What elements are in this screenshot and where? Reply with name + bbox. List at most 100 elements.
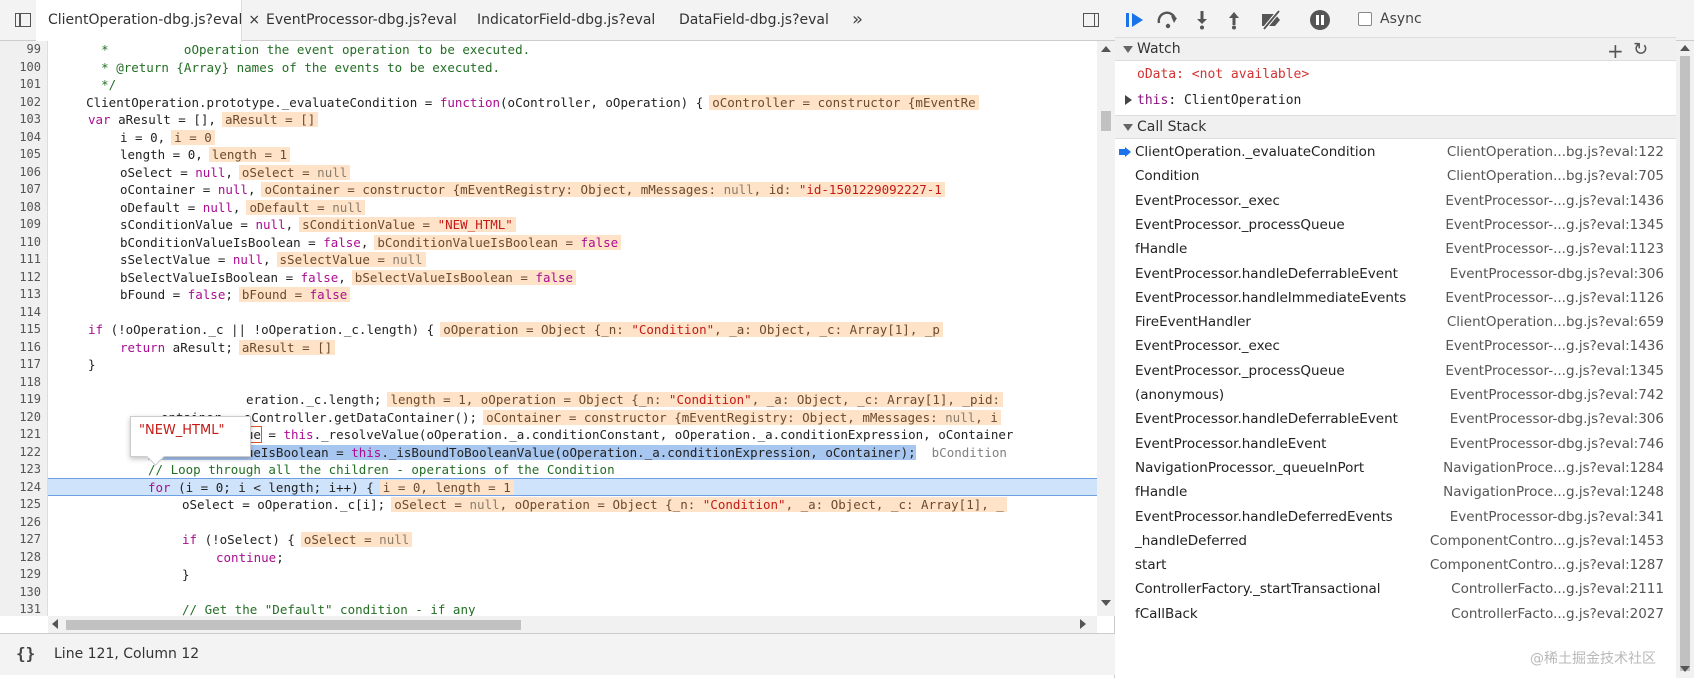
scroll-up-icon[interactable] <box>1101 46 1111 52</box>
watch-section-header[interactable]: Watch + ↻ <box>1115 37 1676 63</box>
call-frame-location[interactable]: EventProcessor-...g.js?eval:1345 <box>1445 359 1664 383</box>
add-watch-icon[interactable]: + <box>1607 39 1624 63</box>
scroll-down-icon[interactable] <box>1101 600 1111 606</box>
line-number[interactable]: 111 <box>19 251 41 269</box>
line-number[interactable]: 124 <box>19 479 41 497</box>
call-frame[interactable]: EventProcessor.handleImmediateEvents Even… <box>1115 286 1676 310</box>
line-number[interactable]: 126 <box>19 514 41 532</box>
line-number[interactable]: 109 <box>19 216 41 234</box>
refresh-watch-icon[interactable]: ↻ <box>1633 39 1648 60</box>
call-frame-location[interactable]: EventProcessor-dbg.js?eval:306 <box>1450 262 1664 286</box>
call-frame[interactable]: Condition ClientOperation...bg.js?eval:70… <box>1115 164 1676 188</box>
line-number[interactable]: 104 <box>19 129 41 147</box>
line-number[interactable]: 117 <box>19 356 41 374</box>
call-frame[interactable]: ClientOperation._evaluateCondition Client… <box>1115 140 1676 164</box>
scroll-down-icon[interactable] <box>1680 666 1690 672</box>
deactivate-breakpoints-icon[interactable] <box>1259 8 1285 32</box>
call-frame-location[interactable]: NavigationProce...g.js?eval:1284 <box>1443 456 1664 480</box>
line-number[interactable]: 131 <box>19 601 41 616</box>
line-number[interactable]: 115 <box>19 321 41 339</box>
line-number[interactable]: 121 <box>19 426 41 444</box>
sidebar-vertical-scrollbar[interactable] <box>1676 41 1694 678</box>
toggle-debugger-icon[interactable] <box>1080 9 1102 31</box>
async-checkbox[interactable] <box>1358 12 1372 26</box>
call-frame-location[interactable]: EventProcessor-...g.js?eval:1436 <box>1445 334 1664 358</box>
scroll-thumb[interactable] <box>1101 111 1111 131</box>
scroll-thumb[interactable] <box>1680 56 1690 671</box>
pretty-print-button[interactable]: {} <box>16 644 35 663</box>
call-frame[interactable]: (anonymous) EventProcessor-dbg.js?eval:74… <box>1115 383 1676 407</box>
call-frame[interactable]: FireEventHandler ClientOperation...bg.js?… <box>1115 310 1676 334</box>
line-number[interactable]: 116 <box>19 339 41 357</box>
call-frame[interactable]: fHandle EventProcessor-...g.js?eval:1123 <box>1115 237 1676 261</box>
line-number[interactable]: 129 <box>19 566 41 584</box>
line-number[interactable]: 108 <box>19 199 41 217</box>
call-frame-location[interactable]: EventProcessor-dbg.js?eval:306 <box>1450 407 1664 431</box>
code-editor[interactable]: 99 100 101 102 103 104 105 106 107 108 109 110 111 11… <box>0 41 1097 616</box>
line-gutter[interactable]: 99 100 101 102 103 104 105 106 107 108 109 110 111 11… <box>0 41 48 616</box>
scroll-left-icon[interactable] <box>52 619 58 629</box>
watch-item[interactable]: this: ClientOperation <box>1137 89 1301 113</box>
step-into-icon[interactable] <box>1189 8 1215 32</box>
call-frame-location[interactable]: NavigationProce...g.js?eval:1248 <box>1443 480 1664 504</box>
call-frame-location[interactable]: EventProcessor-...g.js?eval:1126 <box>1445 286 1664 310</box>
line-number[interactable]: 110 <box>19 234 41 252</box>
step-over-icon[interactable] <box>1155 8 1181 32</box>
line-number[interactable]: 127 <box>19 531 41 549</box>
call-frame[interactable]: EventProcessor._processQueue EventProcess… <box>1115 213 1676 237</box>
tab-eventprocessor[interactable]: EventProcessor-dbg.js?eval <box>266 0 457 41</box>
call-frame-location[interactable]: ControllerFacto...g.js?eval:2111 <box>1451 577 1664 601</box>
line-number[interactable]: 105 <box>19 146 41 164</box>
line-number[interactable]: 106 <box>19 164 41 182</box>
call-frame[interactable]: EventProcessor.handleDeferrableEvent Even… <box>1115 262 1676 286</box>
line-number[interactable]: 118 <box>19 374 41 392</box>
call-frame[interactable]: EventProcessor.handleDeferredEvents Event… <box>1115 505 1676 529</box>
resume-icon[interactable] <box>1122 8 1148 32</box>
line-number[interactable]: 99 <box>27 41 41 59</box>
editor-horizontal-scrollbar[interactable] <box>48 616 1097 633</box>
call-frame[interactable]: EventProcessor._exec EventProcessor-...g.… <box>1115 334 1676 358</box>
call-frame-location[interactable]: EventProcessor-...g.js?eval:1123 <box>1445 237 1664 261</box>
scroll-thumb[interactable] <box>66 620 521 630</box>
call-frame-location[interactable]: ClientOperation...bg.js?eval:659 <box>1447 310 1664 334</box>
call-frame[interactable]: NavigationProcessor._queueInPort Navigati… <box>1115 456 1676 480</box>
line-number[interactable]: 112 <box>19 269 41 287</box>
editor-vertical-scrollbar[interactable] <box>1097 41 1115 616</box>
call-frame-location[interactable]: EventProcessor-dbg.js?eval:742 <box>1450 383 1664 407</box>
line-number[interactable]: 102 <box>19 94 41 112</box>
line-number[interactable]: 120 <box>19 409 41 427</box>
step-out-icon[interactable] <box>1221 8 1247 32</box>
line-number[interactable]: 128 <box>19 549 41 567</box>
call-frame-location[interactable]: ClientOperation...bg.js?eval:705 <box>1447 164 1664 188</box>
call-frame[interactable]: ControllerFactory._startTransactional Con… <box>1115 577 1676 601</box>
call-frame-location[interactable]: EventProcessor-dbg.js?eval:341 <box>1450 505 1664 529</box>
call-frame[interactable]: _handleDeferred ComponentContro...g.js?ev… <box>1115 529 1676 553</box>
call-frame[interactable]: fHandle NavigationProce...g.js?eval:1248 <box>1115 480 1676 504</box>
tab-clientoperation[interactable]: ClientOperation-dbg.js?eval × <box>36 0 260 42</box>
line-number[interactable]: 103 <box>19 111 41 129</box>
line-number[interactable]: 113 <box>19 286 41 304</box>
call-frame-location[interactable]: EventProcessor-dbg.js?eval:746 <box>1450 432 1664 456</box>
line-number[interactable]: 130 <box>19 584 41 602</box>
watch-item[interactable]: oData: <not available> <box>1137 63 1309 87</box>
line-number[interactable]: 123 <box>19 461 41 479</box>
call-stack-section-header[interactable]: Call Stack <box>1115 115 1676 139</box>
call-frame-location[interactable]: EventProcessor-...g.js?eval:1345 <box>1445 213 1664 237</box>
line-number[interactable]: 101 <box>19 76 41 94</box>
tab-indicatorfield[interactable]: IndicatorField-dbg.js?eval <box>477 0 655 41</box>
line-number[interactable]: 119 <box>19 391 41 409</box>
more-tabs-icon[interactable]: » <box>852 0 863 40</box>
call-frame-location[interactable]: EventProcessor-...g.js?eval:1436 <box>1445 189 1664 213</box>
line-number[interactable]: 122 <box>19 444 41 462</box>
line-number[interactable]: 100 <box>19 59 41 77</box>
call-frame[interactable]: EventProcessor.handleEvent EventProcessor… <box>1115 432 1676 456</box>
line-number[interactable]: 114 <box>19 304 41 322</box>
line-number[interactable]: 125 <box>19 496 41 514</box>
toggle-navigator-icon[interactable] <box>12 9 34 31</box>
scroll-up-icon[interactable] <box>1680 45 1690 51</box>
call-frame-location[interactable]: ComponentContro...g.js?eval:1287 <box>1430 553 1664 577</box>
call-frame[interactable]: EventProcessor._processQueue EventProcess… <box>1115 359 1676 383</box>
call-frame-location[interactable]: ControllerFacto...g.js?eval:2027 <box>1451 602 1664 626</box>
call-frame-location[interactable]: ClientOperation...bg.js?eval:122 <box>1447 140 1664 164</box>
scroll-right-icon[interactable] <box>1080 619 1086 629</box>
